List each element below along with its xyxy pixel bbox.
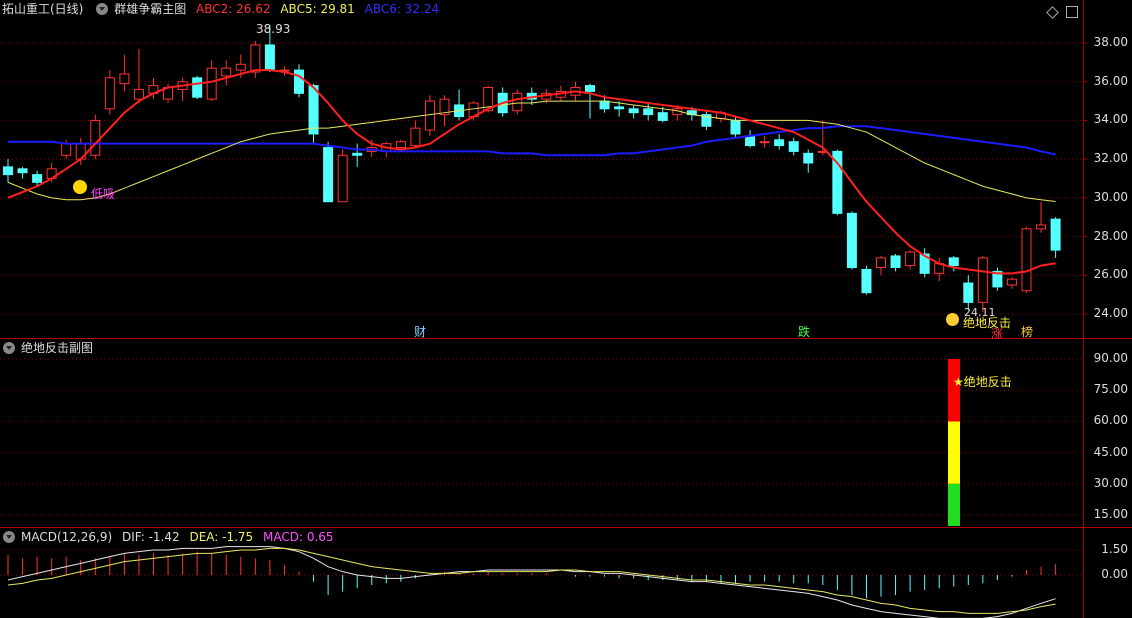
candle-down [774, 139, 785, 147]
sub-axis-tick: 30.00 [1093, 475, 1128, 490]
candle-up [119, 73, 130, 85]
candle-up [250, 44, 261, 73]
sub-chart-panel[interactable]: 绝地反击副图 [0, 339, 1132, 527]
candle-up [424, 100, 435, 131]
candle-down [846, 212, 857, 269]
macd-value: MACD: 0.65 [263, 530, 334, 544]
juedi-signal-label: 绝地反击 [963, 316, 1012, 330]
sub-dropdown-icon[interactable] [3, 342, 15, 354]
die-marker: 跌 [798, 325, 811, 339]
candle-down [890, 255, 901, 269]
candle-down [599, 100, 610, 110]
candle-up [905, 251, 916, 267]
macd-dea: DEA: -1.75 [189, 530, 254, 544]
sub-axis-tick: 15.00 [1093, 507, 1128, 521]
candle-down [657, 112, 668, 121]
abc6-line [8, 125, 1056, 157]
sub-axis-tick: 60.00 [1093, 413, 1128, 428]
candle-up [337, 154, 348, 203]
macd-panel[interactable]: MACD(12,26,9) DIF: -1.42 DEA: -1.75 MACD… [0, 528, 1132, 618]
candle-down [308, 85, 319, 135]
candle-down [192, 77, 203, 98]
candle-up [1006, 278, 1017, 286]
main-axis-tick: 28.00 [1093, 228, 1128, 243]
sub-chart-header: 绝地反击副图 [0, 339, 99, 357]
candle-down [745, 135, 756, 147]
candle-down [585, 85, 595, 92]
candle-up [133, 88, 144, 100]
main-axis-tick: 36.00 [1093, 73, 1128, 88]
sub-signal-label: ★绝地反击 [953, 375, 1012, 389]
macd-axis-tick: 0.00 [1101, 567, 1128, 581]
candle-down [323, 147, 334, 203]
sub-axis-tick: 45.00 [1093, 444, 1128, 459]
candle-up [410, 127, 421, 147]
candle-down [803, 152, 814, 164]
sub-indicator-name[interactable]: 绝地反击副图 [21, 341, 93, 355]
candle-up [876, 257, 886, 269]
candle-down [352, 152, 363, 156]
candle-up [759, 141, 770, 144]
candle-up [221, 67, 232, 77]
macd-title[interactable]: MACD(12,26,9) [21, 530, 112, 544]
candle-down [264, 44, 275, 71]
high-price-mark: 38.93 [256, 22, 291, 36]
cai-marker: 财 [414, 325, 427, 339]
main-axis-tick: 30.00 [1093, 189, 1128, 204]
candle-up [512, 92, 523, 112]
candle-down [32, 174, 43, 183]
macd-axis-tick: 1.50 [1101, 542, 1128, 556]
candle-up [61, 143, 72, 156]
main-axis-tick: 38.00 [1093, 35, 1128, 49]
sub-axis-tick: 75.00 [1093, 382, 1128, 397]
candle-down [643, 108, 654, 116]
abc5-line [7, 100, 1056, 203]
candle-up [235, 63, 246, 71]
candle-down [17, 168, 28, 174]
candle-down [788, 141, 799, 152]
macd-dropdown-icon[interactable] [3, 531, 15, 543]
candle-up [104, 77, 115, 110]
macd-header: MACD(12,26,9) DIF: -1.42 DEA: -1.75 MACD… [0, 528, 340, 546]
candle-down [730, 119, 741, 135]
candle-down [3, 166, 13, 176]
candle-down [948, 257, 959, 267]
candle-down [294, 69, 304, 94]
candle-down [963, 282, 974, 303]
smiley-icon [73, 180, 87, 194]
candle-down [1050, 218, 1061, 251]
candle-up [206, 67, 217, 100]
candle-down [628, 108, 639, 114]
dixi-signal-label: 低吸 [91, 187, 116, 201]
candle-up [1021, 228, 1032, 292]
main-axis-tick: 26.00 [1093, 267, 1128, 282]
main-axis-tick: 34.00 [1093, 112, 1128, 127]
candle-up [395, 141, 406, 149]
candle-down [861, 268, 872, 294]
candle-down [614, 106, 625, 110]
bang-marker: 榜 [1021, 325, 1034, 339]
candle-up [90, 119, 101, 156]
macd-dif: DIF: -1.42 [121, 530, 180, 544]
main-axis-tick: 24.00 [1093, 306, 1128, 320]
money-bag-icon [946, 313, 959, 326]
main-axis-tick: 32.00 [1093, 151, 1128, 166]
sub-axis-tick: 90.00 [1093, 351, 1128, 365]
candle-up [977, 257, 988, 303]
candle-up [1036, 224, 1047, 230]
